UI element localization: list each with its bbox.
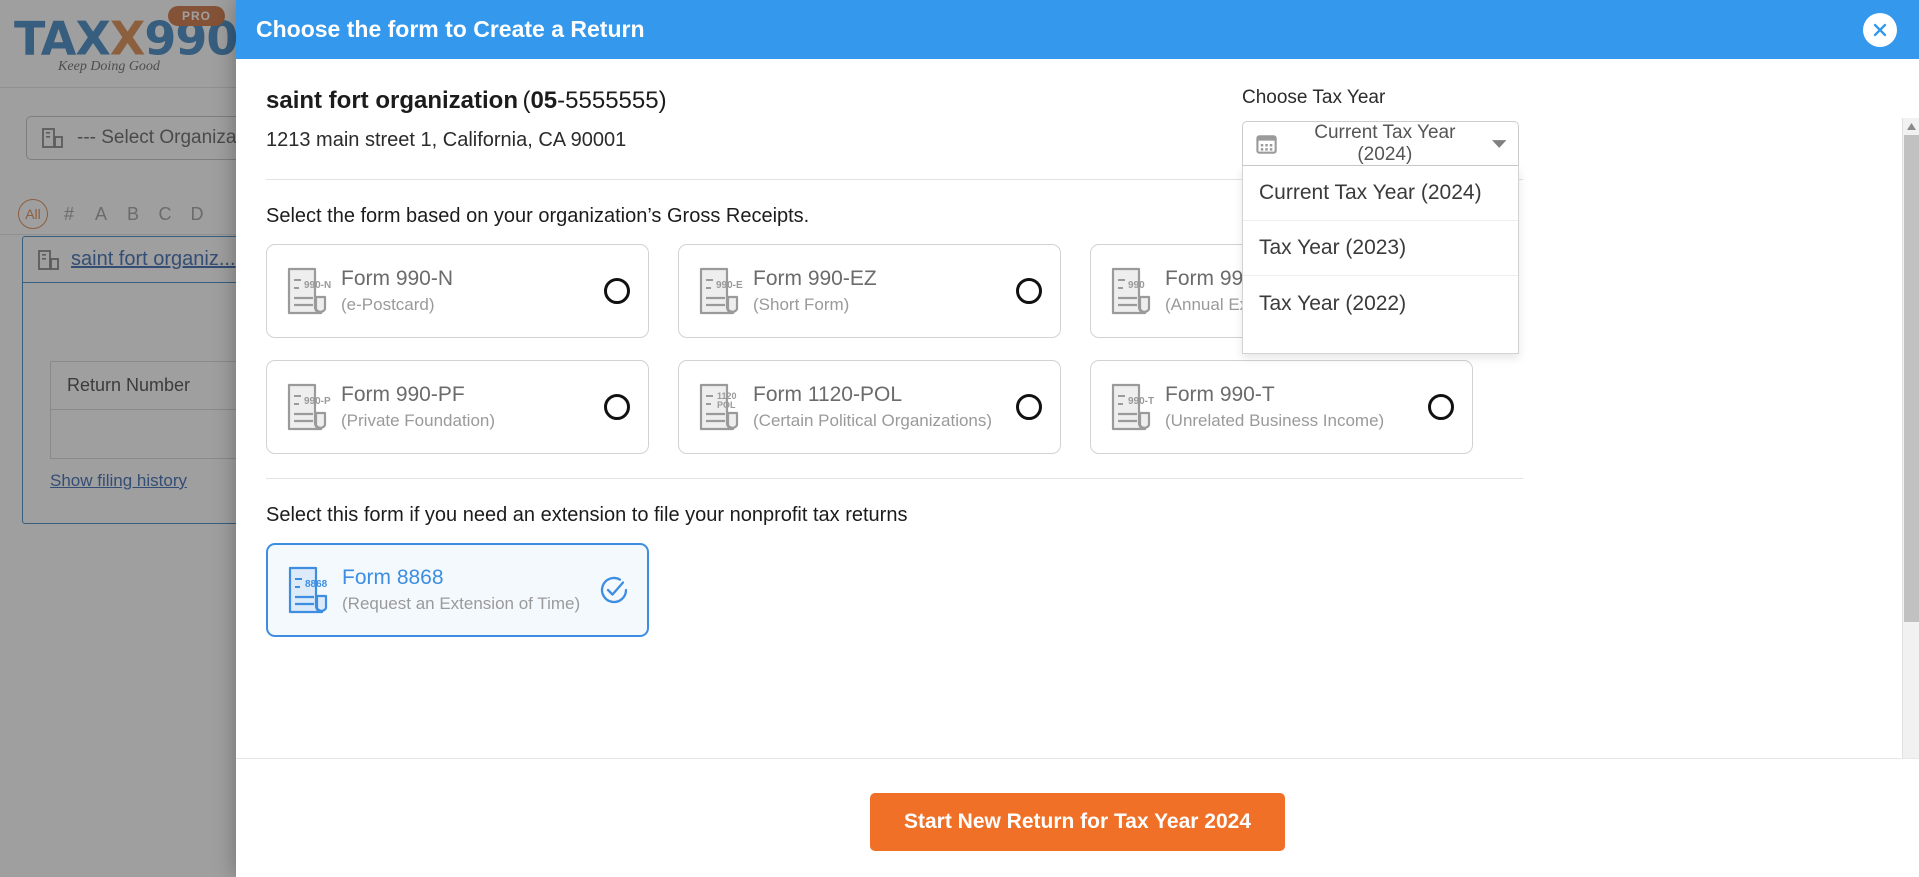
tax-year-selected-value: Current Tax Year (2024) <box>1314 121 1456 165</box>
close-icon <box>1873 23 1887 36</box>
modal-body: Choose Tax Year Current Tax Year (2024) <box>236 59 1919 758</box>
tax-year-option-2024[interactable]: Current Tax Year (2024) <box>1243 166 1518 221</box>
ein-rest: -5555555 <box>557 87 659 114</box>
create-return-modal: Choose the form to Create a Return Choos… <box>236 0 1919 877</box>
document-icon: 1120POL <box>699 383 739 431</box>
document-icon: 8868 <box>288 566 328 614</box>
form-card-subtitle: (Short Form) <box>753 294 850 314</box>
radio-button[interactable] <box>1428 394 1454 420</box>
modal-organization-ein: (05-5555555) <box>522 87 666 114</box>
document-icon: 990-N <box>287 267 331 315</box>
scrollbar-thumb[interactable] <box>1904 135 1919 622</box>
form-card-text: Form 8868 (Request an Extension of Time) <box>342 565 589 616</box>
modal-title: Choose the form to Create a Return <box>256 16 645 42</box>
svg-text:8868: 8868 <box>305 579 328 590</box>
form-card-subtitle: (e-Postcard) <box>341 294 435 314</box>
tax-year-select-trigger[interactable]: Current Tax Year (2024) <box>1242 121 1519 166</box>
chevron-up-icon <box>1907 123 1916 130</box>
form-card-form-990-ez[interactable]: 990-EZ Form 990-EZ (Short Form) <box>678 244 1061 338</box>
gross-receipts-heading: Select the form based on your organizati… <box>266 205 810 227</box>
form-card-form-990-t[interactable]: 990-T Form 990-T (Unrelated Business Incom… <box>1090 360 1473 454</box>
form-card-title: Form 8868 <box>342 565 444 589</box>
tax-year-options-menu: Current Tax Year (2024) Tax Year (2023) … <box>1242 166 1519 354</box>
form-card-subtitle: (Certain Political Organizations) <box>753 410 993 430</box>
chevron-down-icon <box>1491 139 1506 148</box>
radio-button[interactable] <box>1016 394 1042 420</box>
radio-button[interactable] <box>604 278 630 304</box>
form-card-subtitle: (Private Foundation) <box>341 410 496 430</box>
svg-text:POL: POL <box>717 400 736 410</box>
radio-button[interactable] <box>1016 278 1042 304</box>
document-icon: 990-T <box>1111 383 1154 431</box>
form-card-text: Form 990-EZ (Short Form) <box>753 266 1006 317</box>
form-card-subtitle: (Request an Extension of Time) <box>342 593 581 613</box>
ein-close-paren: ) <box>658 87 667 114</box>
form-card-title: Form 990-T <box>1165 382 1275 406</box>
radio-button[interactable] <box>604 394 630 420</box>
start-new-return-button[interactable]: Start New Return for Tax Year 2024 <box>869 793 1286 851</box>
selected-check-icon <box>600 576 628 604</box>
form-card-title: Form 990-N <box>341 266 454 290</box>
form-card-form-8868[interactable]: 8868 Form 8868 (Request an Extension of Ti… <box>266 543 649 637</box>
extension-heading: Select this form if you need an extensio… <box>266 504 908 526</box>
form-card-text: Form 990-T (Unrelated Business Income) <box>1165 382 1418 433</box>
modal-organization-address: 1213 main street 1, California, CA 90001 <box>266 129 627 151</box>
form-card-text: Form 990-N (e-Postcard) <box>341 266 594 317</box>
document-icon: 990-PF <box>287 383 331 431</box>
svg-text:990-EZ: 990-EZ <box>716 280 743 291</box>
divider-middle <box>266 478 1523 479</box>
svg-text:990-PF: 990-PF <box>304 396 331 407</box>
extension-cards-grid: 8868 Form 8868 (Request an Extension of Ti… <box>266 543 1889 637</box>
svg-text:990-N: 990-N <box>304 280 331 291</box>
close-button[interactable] <box>1863 12 1897 47</box>
form-card-form-990-pf[interactable]: 990-PF Form 990-PF (Private Foundation) <box>266 360 649 454</box>
form-card-title: Form 990-PF <box>341 382 465 406</box>
calendar-icon <box>1256 134 1277 154</box>
form-card-form-990-n[interactable]: 990-N Form 990-N (e-Postcard) <box>266 244 649 338</box>
form-card-subtitle: (Unrelated Business Income) <box>1165 410 1385 430</box>
form-card-title: Form 990-EZ <box>753 266 877 290</box>
tax-year-option-2022[interactable]: Tax Year (2022) <box>1243 276 1518 331</box>
tax-year-option-2023[interactable]: Tax Year (2023) <box>1243 221 1518 276</box>
form-cards-grid: 990-N Form 990-N (e-Postcard) 990-EZ Form 99… <box>266 244 1889 454</box>
modal-scrollbar[interactable] <box>1902 118 1919 758</box>
modal-footer: Start New Return for Tax Year 2024 <box>236 758 1919 877</box>
organization-info: saint fort organization (05-5555555) 121… <box>266 59 1889 152</box>
tax-year-label: Choose Tax Year <box>1242 87 1386 108</box>
tax-year-dropdown: Choose Tax Year Current Tax Year (2024) <box>1242 87 1519 354</box>
form-card-text: Form 1120-POL (Certain Political Organiza… <box>753 382 1006 433</box>
ein-prefix: 05 <box>530 87 558 114</box>
svg-text:990: 990 <box>1128 280 1145 291</box>
form-card-title: Form 1120-POL <box>753 382 902 406</box>
modal-organization-name: saint fort organization <box>266 87 518 114</box>
form-card-text: Form 990-PF (Private Foundation) <box>341 382 594 433</box>
document-icon: 990-EZ <box>699 267 743 315</box>
modal-header: Choose the form to Create a Return <box>236 0 1919 59</box>
document-icon: 990 <box>1111 267 1151 315</box>
svg-text:990-T: 990-T <box>1128 396 1154 407</box>
scroll-up-arrow[interactable] <box>1903 118 1919 135</box>
form-card-form-1120-pol[interactable]: 1120 POL Form 1120-POL (Certain Political O… <box>678 360 1061 454</box>
